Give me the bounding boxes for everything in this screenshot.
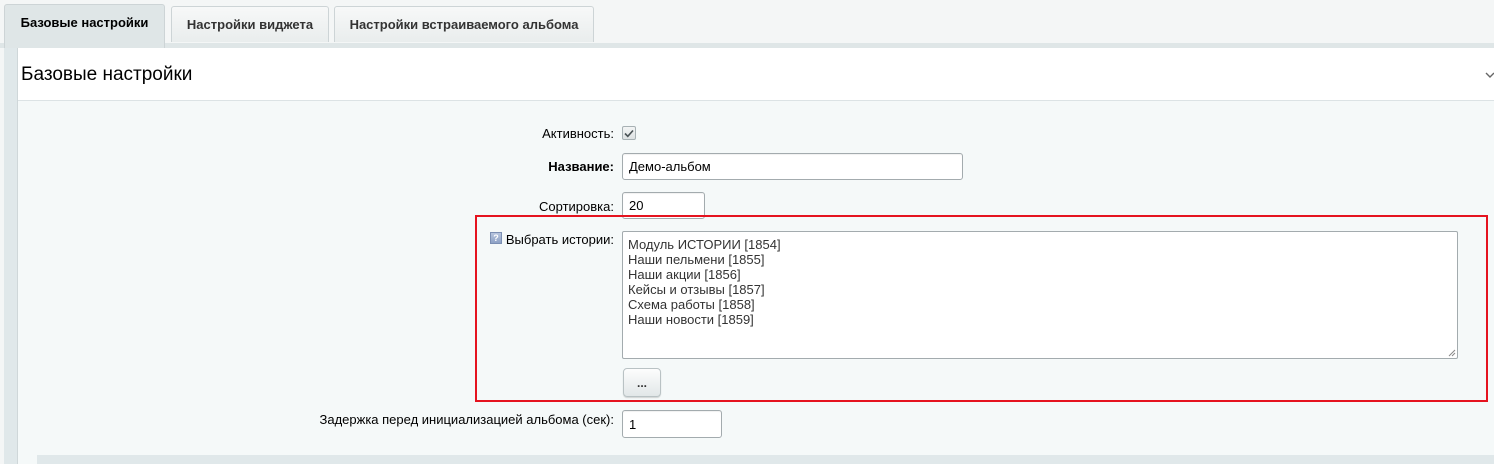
section-title: Базовые настройки: [21, 64, 193, 85]
sort-field-value: 20: [629, 198, 644, 213]
stories-textarea[interactable]: Модуль ИСТОРИИ [1854] Наши пельмени [185…: [622, 231, 1458, 359]
sort-label: Сортировка:: [539, 199, 614, 214]
section-header[interactable]: Базовые настройки: [18, 48, 1494, 101]
stories-label: Выбрать истории:: [505, 232, 614, 247]
question-icon[interactable]: ?: [490, 232, 502, 244]
tab-embedded-album-settings[interactable]: Настройки встраиваемого альбома: [334, 6, 594, 42]
checkmark-icon: [624, 129, 634, 137]
tab-label: Настройки встраиваемого альбома: [349, 17, 579, 32]
chevron-down-icon[interactable]: [1485, 72, 1494, 78]
tab-label: Настройки виджета: [186, 17, 314, 32]
name-field[interactable]: Демо-альбом: [622, 153, 963, 180]
list-item: Модуль ИСТОРИИ [1854]: [628, 237, 781, 252]
name-label: Название:: [548, 159, 614, 174]
browse-stories-button[interactable]: ...: [623, 368, 661, 397]
list-item: Наши новости [1859]: [628, 312, 754, 327]
tab-label: Базовые настройки: [20, 15, 149, 30]
browse-button-label: ...: [636, 375, 647, 390]
activity-checkbox[interactable]: [622, 126, 636, 140]
delay-field[interactable]: 1: [622, 410, 722, 438]
name-field-value: Демо-альбом: [629, 159, 711, 174]
tab-widget-settings[interactable]: Настройки виджета: [171, 6, 329, 42]
resize-grip-icon[interactable]: [1448, 349, 1456, 357]
tab-basic-settings[interactable]: Базовые настройки: [4, 4, 165, 48]
list-item: Наши акции [1856]: [628, 267, 741, 282]
activity-label: Активность:: [542, 126, 614, 141]
delay-label: Задержка перед инициализацией альбома (с…: [319, 412, 615, 427]
delay-field-value: 1: [629, 416, 637, 432]
list-item: Схема работы [1858]: [628, 297, 755, 312]
list-item: Наши пельмени [1855]: [628, 252, 765, 267]
section-footer-strip: [37, 455, 1494, 464]
list-item: Кейсы и отзывы [1857]: [628, 282, 765, 297]
